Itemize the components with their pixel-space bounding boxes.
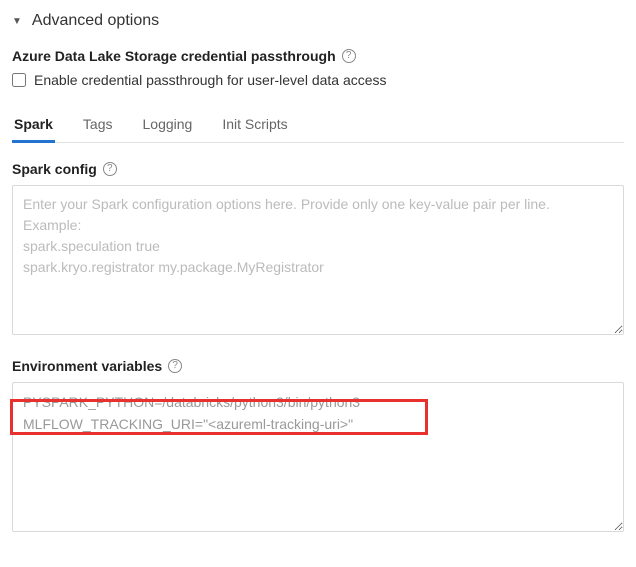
spark-config-label-row: Spark config ? xyxy=(12,161,624,177)
env-vars-group: Environment variables ? xyxy=(12,358,624,535)
advanced-options-header[interactable]: ▼ Advanced options xyxy=(12,12,624,30)
help-icon[interactable]: ? xyxy=(103,162,117,176)
env-vars-label: Environment variables xyxy=(12,358,162,374)
spark-config-textarea[interactable] xyxy=(12,185,624,335)
tab-logging[interactable]: Logging xyxy=(141,110,195,143)
advanced-options-title: Advanced options xyxy=(32,12,159,30)
env-vars-label-row: Environment variables ? xyxy=(12,358,624,374)
env-vars-textarea[interactable] xyxy=(12,382,624,532)
tab-spark[interactable]: Spark xyxy=(12,110,55,143)
credential-passthrough-checkbox[interactable] xyxy=(12,73,26,87)
spark-config-group: Spark config ? xyxy=(12,161,624,338)
adls-passthrough-title: Azure Data Lake Storage credential passt… xyxy=(12,48,336,64)
help-icon[interactable]: ? xyxy=(168,359,182,373)
caret-down-icon: ▼ xyxy=(12,16,22,27)
spark-config-label: Spark config xyxy=(12,161,97,177)
help-icon[interactable]: ? xyxy=(342,49,356,63)
tab-init-scripts[interactable]: Init Scripts xyxy=(220,110,289,143)
env-vars-wrapper xyxy=(12,382,624,535)
tab-tags[interactable]: Tags xyxy=(81,110,115,143)
credential-passthrough-label: Enable credential passthrough for user-l… xyxy=(34,72,387,88)
config-tabs: Spark Tags Logging Init Scripts xyxy=(12,110,624,143)
adls-passthrough-title-row: Azure Data Lake Storage credential passt… xyxy=(12,48,624,64)
credential-passthrough-row: Enable credential passthrough for user-l… xyxy=(12,72,624,88)
